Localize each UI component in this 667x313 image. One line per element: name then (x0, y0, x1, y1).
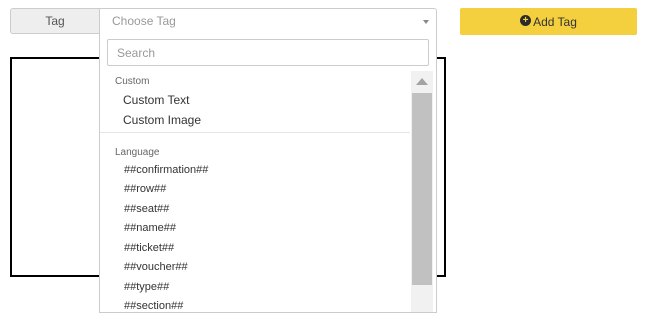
caret-up-icon (416, 78, 428, 85)
option-seat[interactable]: ##seat## (124, 203, 169, 215)
dropdown-scrollbar[interactable] (411, 71, 433, 312)
option-custom-text[interactable]: Custom Text (123, 93, 189, 107)
tag-label: Tag (45, 14, 65, 28)
group-label-custom: Custom (115, 76, 150, 87)
option-row[interactable]: ##row## (124, 183, 166, 195)
option-voucher[interactable]: ##voucher## (124, 261, 188, 273)
dropdown-search-input[interactable] (107, 39, 429, 66)
add-tag-label: Add Tag (533, 14, 577, 29)
tag-select-placeholder: Choose Tag (112, 14, 176, 28)
tag-select[interactable]: Choose Tag (99, 8, 437, 34)
option-custom-image[interactable]: Custom Image (123, 113, 201, 127)
option-section[interactable]: ##section## (124, 300, 183, 312)
dropdown-results: Custom Custom Text Custom Image Language… (100, 71, 410, 312)
scroll-up-button[interactable] (411, 71, 433, 91)
group-label-language: Language (115, 147, 160, 158)
option-confirmation[interactable]: ##confirmation## (124, 164, 208, 176)
scroll-thumb[interactable] (412, 93, 432, 285)
tag-addon-label: Tag (10, 8, 99, 34)
chevron-down-icon (423, 20, 429, 24)
option-name[interactable]: ##name## (124, 222, 176, 234)
add-tag-button[interactable]: + Add Tag (460, 8, 637, 35)
option-type[interactable]: ##type## (124, 281, 169, 293)
tag-dropdown: Custom Custom Text Custom Image Language… (99, 33, 437, 313)
option-ticket[interactable]: ##ticket## (124, 242, 174, 254)
group-divider (100, 132, 410, 133)
plus-circle-icon: + (520, 15, 532, 26)
